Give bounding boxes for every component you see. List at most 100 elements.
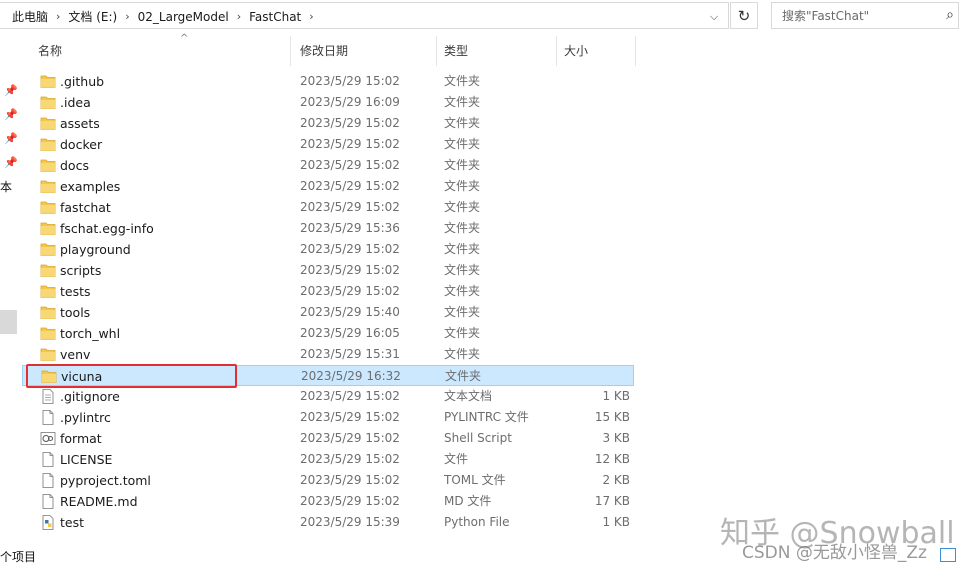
file-name[interactable]: venv xyxy=(60,344,90,365)
file-row-pylintrc[interactable]: .pylintrc 2023/5/29 15:02 PYLINTRC 文件 15 KB xyxy=(22,407,636,428)
shell-script-icon xyxy=(40,431,56,446)
chevron-down-icon[interactable]: ⌵ xyxy=(700,3,728,30)
file-row-test[interactable]: test 2023/5/29 15:39 Python File 1 KB xyxy=(22,512,636,533)
file-name[interactable]: .pylintrc xyxy=(60,407,111,428)
file-name[interactable]: tools xyxy=(60,302,90,323)
column-header-type[interactable]: 类型 xyxy=(428,32,556,68)
file-name[interactable]: docker xyxy=(60,134,102,155)
file-name[interactable]: LICENSE xyxy=(60,449,112,470)
chevron-right-icon[interactable]: › xyxy=(231,10,247,23)
file-type: MD 文件 xyxy=(444,494,492,508)
file-row-assets[interactable]: assets 2023/5/29 15:02 文件夹 xyxy=(22,113,636,134)
file-modified-date: 2023/5/29 16:09 xyxy=(300,95,400,109)
python-file-icon xyxy=(40,515,56,530)
file-name[interactable]: fschat.egg-info xyxy=(60,218,154,239)
file-size xyxy=(542,92,630,113)
chevron-right-icon[interactable]: › xyxy=(50,10,66,23)
search-placeholder: 搜索"FastChat" xyxy=(782,9,870,23)
pin-icon[interactable]: 📌 xyxy=(4,132,18,145)
folder-icon xyxy=(40,74,56,89)
folder-icon xyxy=(40,116,56,131)
file-type: TOML 文件 xyxy=(444,473,506,487)
toolbar: 此电脑 › 文档 (E:) › 02_LargeModel › FastChat… xyxy=(0,0,959,32)
file-name[interactable]: .github xyxy=(60,71,104,92)
file-type: 文件夹 xyxy=(444,116,481,130)
chevron-right-icon[interactable]: › xyxy=(119,10,135,23)
chevron-right-icon[interactable]: › xyxy=(303,10,319,23)
file-name[interactable]: assets xyxy=(60,113,100,134)
pin-icon[interactable]: 📌 xyxy=(4,108,18,121)
file-modified-date: 2023/5/29 16:05 xyxy=(300,326,400,340)
file-name[interactable]: .idea xyxy=(60,92,91,113)
file-row-docs[interactable]: docs 2023/5/29 15:02 文件夹 xyxy=(22,155,636,176)
file-row-idea[interactable]: .idea 2023/5/29 16:09 文件夹 xyxy=(22,92,636,113)
folder-icon xyxy=(40,221,56,236)
file-row-github[interactable]: .github 2023/5/29 15:02 文件夹 xyxy=(22,71,636,92)
breadcrumb-drive-e[interactable]: 文档 (E:) xyxy=(66,8,119,25)
file-name[interactable]: format xyxy=(60,428,102,449)
column-header-date[interactable]: 修改日期 xyxy=(284,32,428,68)
file-type: 文件夹 xyxy=(444,305,481,319)
file-size: 2 KB xyxy=(602,473,630,487)
refresh-button[interactable]: ↻ xyxy=(730,2,758,29)
file-name[interactable]: fastchat xyxy=(60,197,111,218)
file-row-torch_whl[interactable]: torch_whl 2023/5/29 16:05 文件夹 xyxy=(22,323,636,344)
file-size xyxy=(542,218,630,239)
breadcrumb-fastchat[interactable]: FastChat xyxy=(247,10,303,24)
nav-selected-item[interactable] xyxy=(0,310,17,334)
folder-icon xyxy=(40,137,56,152)
breadcrumb-this-pc[interactable]: 此电脑 xyxy=(10,8,50,25)
folder-icon xyxy=(40,158,56,173)
pin-icon[interactable]: 📌 xyxy=(4,84,18,97)
folder-icon xyxy=(40,242,56,257)
file-modified-date: 2023/5/29 15:02 xyxy=(300,116,400,130)
file-row-examples[interactable]: examples 2023/5/29 15:02 文件夹 xyxy=(22,176,636,197)
file-type: 文件夹 xyxy=(444,347,481,361)
search-input[interactable]: 搜索"FastChat" ⌕ xyxy=(771,2,959,29)
folder-icon xyxy=(40,95,56,110)
file-name[interactable]: examples xyxy=(60,176,120,197)
file-row-scripts[interactable]: scripts 2023/5/29 15:02 文件夹 xyxy=(22,260,636,281)
refresh-icon: ↻ xyxy=(737,6,751,25)
file-modified-date: 2023/5/29 15:02 xyxy=(300,452,400,466)
column-header-size[interactable]: 大小 xyxy=(548,32,636,68)
breadcrumb-largemodel[interactable]: 02_LargeModel xyxy=(136,10,231,24)
file-modified-date: 2023/5/29 15:02 xyxy=(300,137,400,151)
file-size: 1 KB xyxy=(602,389,630,403)
file-row-fschategg-info[interactable]: fschat.egg-info 2023/5/29 15:36 文件夹 xyxy=(22,218,636,239)
file-row-gitignore[interactable]: .gitignore 2023/5/29 15:02 文本文档 1 KB xyxy=(22,386,636,407)
file-name[interactable]: README.md xyxy=(60,491,138,512)
file-row-license[interactable]: LICENSE 2023/5/29 15:02 文件 12 KB xyxy=(22,449,636,470)
file-name[interactable]: playground xyxy=(60,239,131,260)
status-item-count: 个项目 xyxy=(0,550,37,564)
file-row-docker[interactable]: docker 2023/5/29 15:02 文件夹 xyxy=(22,134,636,155)
file-name[interactable]: scripts xyxy=(60,260,101,281)
file-name[interactable]: pyproject.toml xyxy=(60,470,151,491)
file-row-tests[interactable]: tests 2023/5/29 15:02 文件夹 xyxy=(22,281,636,302)
file-size: 17 KB xyxy=(594,494,630,508)
details-view-icon[interactable] xyxy=(940,548,956,562)
file-row-format[interactable]: format 2023/5/29 15:02 Shell Script 3 KB xyxy=(22,428,636,449)
file-modified-date: 2023/5/29 15:31 xyxy=(300,347,400,361)
file-size xyxy=(542,281,630,302)
file-row-playground[interactable]: playground 2023/5/29 15:02 文件夹 xyxy=(22,239,636,260)
file-row-tools[interactable]: tools 2023/5/29 15:40 文件夹 xyxy=(22,302,636,323)
nav-item-this[interactable]: 本 xyxy=(0,178,12,195)
file-modified-date: 2023/5/29 15:02 xyxy=(300,431,400,445)
column-divider[interactable] xyxy=(635,36,636,66)
file-row-pyprojecttoml[interactable]: pyproject.toml 2023/5/29 15:02 TOML 文件 2 KB xyxy=(22,470,636,491)
file-name[interactable]: tests xyxy=(60,281,91,302)
file-row-readmemd[interactable]: README.md 2023/5/29 15:02 MD 文件 17 KB xyxy=(22,491,636,512)
file-name[interactable]: test xyxy=(60,512,84,533)
pin-icon[interactable]: 📌 xyxy=(4,156,18,169)
file-row-venv[interactable]: venv 2023/5/29 15:31 文件夹 xyxy=(22,344,636,365)
file-name[interactable]: docs xyxy=(60,155,89,176)
file-size: 12 KB xyxy=(594,452,630,466)
address-bar[interactable]: 此电脑 › 文档 (E:) › 02_LargeModel › FastChat… xyxy=(0,2,729,29)
column-header-name[interactable]: 名称 xyxy=(22,32,278,68)
folder-icon xyxy=(40,347,56,362)
file-row-fastchat[interactable]: fastchat 2023/5/29 15:02 文件夹 xyxy=(22,197,636,218)
file-name[interactable]: .gitignore xyxy=(60,386,120,407)
file-type: 文件夹 xyxy=(444,158,481,172)
file-name[interactable]: torch_whl xyxy=(60,323,120,344)
